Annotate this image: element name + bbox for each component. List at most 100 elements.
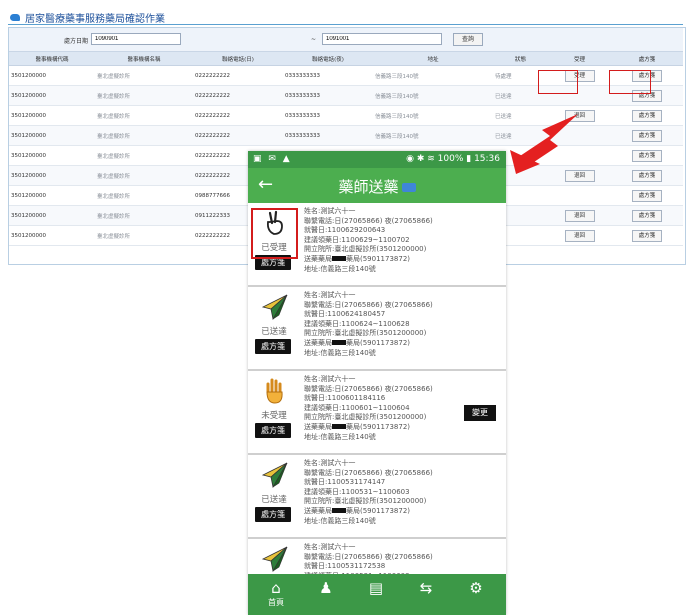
delivery-status: 已送達 <box>261 327 287 337</box>
prescription-button[interactable]: 處方箋 <box>632 169 662 182</box>
change-button[interactable]: 變更 <box>464 405 496 421</box>
prescription-button[interactable]: 處方箋 <box>255 339 291 354</box>
accepted-highlight-box <box>251 208 298 259</box>
info-line: 就醫日:1100601184116 <box>304 394 386 403</box>
cell-tel-day: 0222222222 <box>193 85 283 106</box>
paper-plane-icon <box>261 545 289 573</box>
prescription-button[interactable]: 處方箋 <box>255 423 291 438</box>
address-line: 地址:信義路三段140號 <box>304 348 376 357</box>
delivery-card[interactable]: 未受理處方箋 姓名:測試六十一 聯繫電話:日(27065866) 夜(2706586… <box>248 371 506 455</box>
column-header: 醫事機構名稱 <box>95 52 193 66</box>
info-line: 聯繫電話:日(27065866) 夜(27065866) <box>304 468 433 477</box>
delivery-card[interactable]: 已送達處方箋 姓名:測試六十一 聯繫電話:日(27065866) 夜(2706586… <box>248 287 506 371</box>
pharmacy-line: 送藥藥局 藥局(5901173872) <box>304 507 433 517</box>
cell-tel-day: 0222222222 <box>193 65 283 86</box>
nav-item-home[interactable]: ⌂ 首頁 <box>251 574 301 615</box>
prescription-button[interactable]: 處方箋 <box>632 209 662 222</box>
cell-rx: 處方箋 <box>611 125 683 146</box>
paper-plane-icon <box>261 293 289 321</box>
info-line: 建議領藥日:1100601~1100604 <box>304 403 410 412</box>
nav-item-gear[interactable]: ⚙ <box>451 574 501 615</box>
cell-address: 信義路三段140號 <box>373 85 493 106</box>
cell-code: 3501200000 <box>9 125 95 146</box>
info-line: 就醫日:1100629200643 <box>304 226 386 235</box>
cell-code: 3501200000 <box>9 225 95 246</box>
cell-rx: 處方箋 <box>611 225 683 246</box>
date-to-input[interactable] <box>322 33 442 45</box>
cell-name: 臺北虛擬診所 <box>95 65 193 86</box>
column-header: 地址 <box>373 52 493 66</box>
cell-name: 臺北虛擬診所 <box>95 105 193 126</box>
info-line: 聯繫電話:日(27065866) 夜(27065866) <box>304 552 433 561</box>
info-line: 建議領藥日:1100624~1100628 <box>304 319 410 328</box>
patient-info: 姓名:測試六十一 聯繫電話:日(27065866) 夜(27065866) 就醫日:… <box>304 291 433 358</box>
gear-icon: ⚙ <box>469 579 483 597</box>
cell-rx: 處方箋 <box>611 105 683 126</box>
cell-name: 臺北虛擬診所 <box>95 165 193 186</box>
info-line: 就醫日:1100531172538 <box>304 562 386 571</box>
accept-highlight-box <box>538 70 578 94</box>
cell-tel-night: 0333333333 <box>283 65 373 86</box>
cell-code: 3501200000 <box>9 205 95 226</box>
status-system-info: ◉ ✱ ≋ 100% ▮ 15:36 <box>406 154 500 164</box>
nav-item-id-card[interactable]: ▤ <box>351 574 401 615</box>
prescription-button[interactable]: 處方箋 <box>632 189 662 202</box>
pharmacy-prefix: 送藥藥局 <box>304 338 332 347</box>
prescription-button[interactable]: 處方箋 <box>632 229 662 242</box>
web-page-title: 居家醫療藥事服務藥局確認作業 <box>10 10 165 25</box>
query-button[interactable]: 查詢 <box>453 33 483 46</box>
info-line: 姓名:測試六十一 <box>304 291 356 299</box>
date-separator: ~ <box>311 36 317 43</box>
cell-rx: 處方箋 <box>611 185 683 206</box>
return-button[interactable]: 退回 <box>564 209 595 222</box>
column-header: 聯絡電話(夜) <box>283 52 373 66</box>
column-header: 狀態 <box>493 52 548 66</box>
cell-tel-night: 0333333333 <box>283 85 373 106</box>
cell-name: 臺北虛擬診所 <box>95 185 193 206</box>
cell-code: 3501200000 <box>9 185 95 206</box>
nav-item-pharmacist[interactable]: ♟ <box>301 574 351 615</box>
info-line: 建議領藥日:1100629~1100702 <box>304 235 410 244</box>
info-line: 聯繫電話:日(27065866) 夜(27065866) <box>304 216 433 225</box>
column-header: 聯絡電話(日) <box>193 52 283 66</box>
delivery-list: 已受理 處方箋 姓名:測試六十一 聯繫電話:日(27065866) 夜(2706586… <box>248 203 506 615</box>
date-label: 處方日期 <box>64 38 89 45</box>
address-line: 地址:信義路三段140號 <box>304 432 376 441</box>
status-notification-icons: ▣ ✉ ▲ <box>253 154 292 164</box>
delivery-card[interactable]: 已送達 處方箋 姓名:測試六十一 聯繫電話:日(27065866) 夜(2706586… <box>248 455 506 539</box>
prescription-button[interactable]: 處方箋 <box>255 507 291 522</box>
nav-item-refresh[interactable]: ⇆ <box>401 574 451 615</box>
pharmacy-suffix: 藥局(5901173872) <box>346 506 410 515</box>
pharmacist-icon: ♟ <box>319 579 333 597</box>
info-line: 開立院所:臺北虛擬診所(3501200000) <box>304 413 427 422</box>
redaction-bar <box>332 424 346 430</box>
address-line: 地址:信義路三段140號 <box>304 264 376 273</box>
return-button[interactable]: 退回 <box>564 229 595 242</box>
prescription-button[interactable]: 處方箋 <box>632 129 662 142</box>
delivery-status: 未受理 <box>261 411 287 421</box>
patient-info: 姓名:測試六十一 聯繫電話:日(27065866) 夜(27065866) 就醫日:… <box>304 459 433 526</box>
rx-highlight-box <box>609 70 651 94</box>
refresh-icon: ⇆ <box>419 579 433 597</box>
status-bar: ▣ ✉ ▲ ◉ ✱ ≋ 100% ▮ 15:36 <box>248 151 506 168</box>
mobile-app-screen: ▣ ✉ ▲ ◉ ✱ ≋ 100% ▮ 15:36 ← 藥師送藥 已受理 處方箋 姓名… <box>248 151 506 615</box>
id-card-icon: ▤ <box>368 579 384 597</box>
prescription-button[interactable]: 處方箋 <box>632 149 662 162</box>
cell-tel-night: 0333333333 <box>283 125 373 146</box>
cell-code: 3501200000 <box>9 145 95 166</box>
cell-action: 退回 <box>548 225 611 246</box>
cell-action: 退回 <box>548 205 611 226</box>
column-header: 醫事機構代碼 <box>9 52 95 66</box>
cell-rx: 處方箋 <box>611 205 683 226</box>
cell-code: 3501200000 <box>9 105 95 126</box>
cell-action <box>548 185 611 206</box>
cell-address: 信義路三段140號 <box>373 125 493 146</box>
patient-info: 姓名:測試六十一 聯繫電話:日(27065866) 夜(27065866) 就醫日:… <box>304 375 433 442</box>
pharmacy-suffix: 藥局(5901173872) <box>346 254 410 263</box>
prescription-button[interactable]: 處方箋 <box>632 109 662 122</box>
pharmacy-suffix: 藥局(5901173872) <box>346 422 410 431</box>
pharmacy-line: 送藥藥局 藥局(5901173872) <box>304 255 433 265</box>
info-line: 姓名:測試六十一 <box>304 207 356 215</box>
date-from-input[interactable] <box>91 33 181 45</box>
cell-address: 信義路三段140號 <box>373 65 493 86</box>
